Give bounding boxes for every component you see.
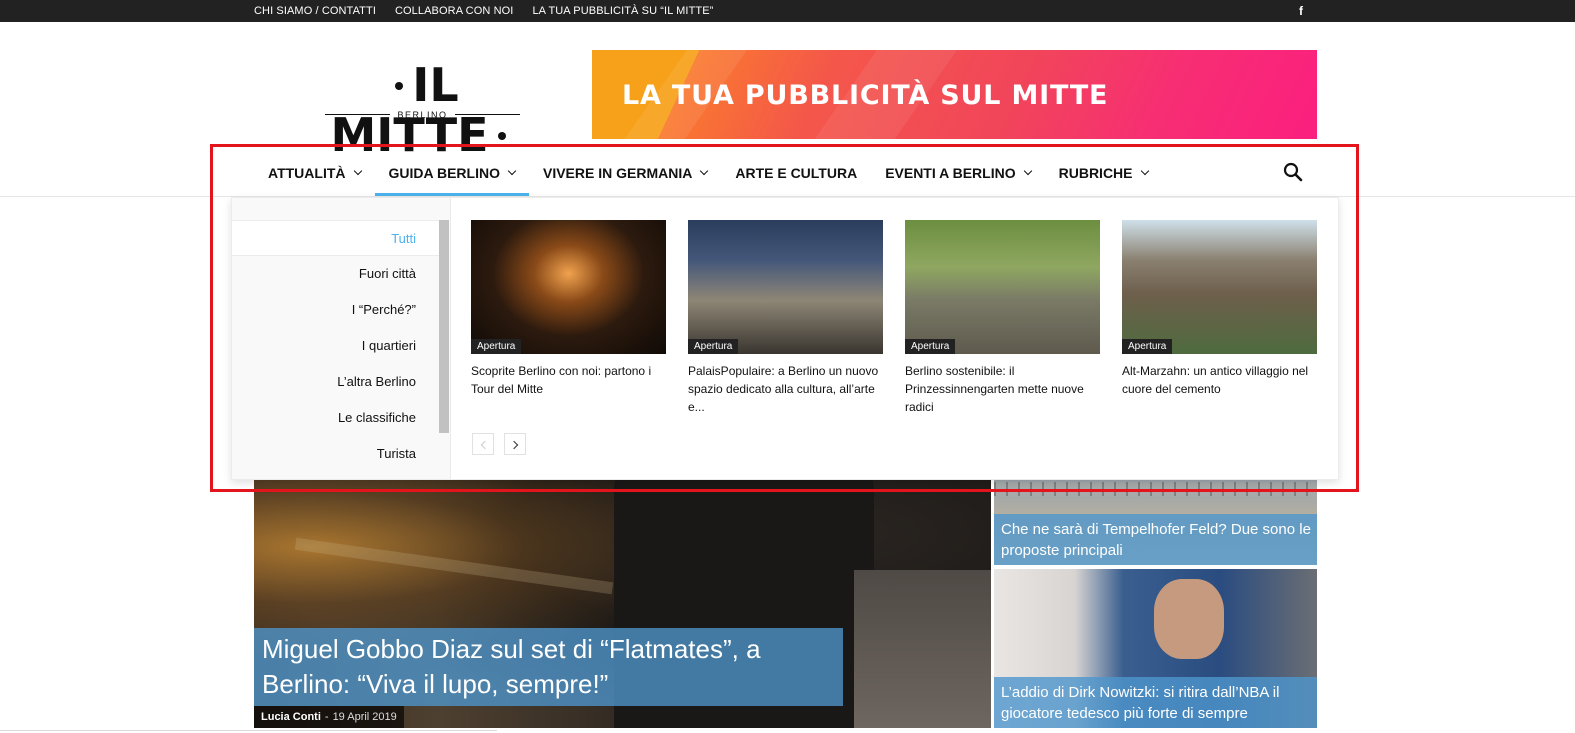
meta-separator: -	[324, 711, 329, 723]
side-caption: Che ne sarà di Tempelhofer Feld? Due son…	[994, 514, 1317, 565]
logo-dot-left	[395, 81, 404, 90]
ad-banner[interactable]: LA TUA PUBBLICITÀ SUL MITTE	[592, 50, 1317, 139]
banner-text: LA TUA PUBBLICITÀ SUL MITTE	[622, 80, 1109, 111]
featured-title[interactable]: Miguel Gobbo Diaz sul set di “Flatmates”…	[262, 632, 837, 702]
facebook-icon[interactable]: f	[1295, 0, 1307, 22]
featured-meta: Lucia Conti - 19 April 2019	[254, 706, 404, 728]
author-name[interactable]: Lucia Conti	[261, 711, 321, 723]
link-pubblicita[interactable]: LA TUA PUBBLICITÀ SU “IL MITTE”	[532, 5, 713, 17]
top-bar: CHI SIAMO / CONTATTI COLLABORA CON NOI L…	[0, 0, 1575, 22]
logo-subtitle-text: BERLINO	[397, 110, 448, 120]
top-links: CHI SIAMO / CONTATTI COLLABORA CON NOI L…	[254, 0, 713, 22]
link-collabora[interactable]: COLLABORA CON NOI	[395, 5, 513, 17]
side-caption: L’addio di Dirk Nowitzki: si ritira dall…	[994, 677, 1317, 728]
publish-date: 19 April 2019	[332, 711, 397, 723]
highlight-box	[210, 144, 1359, 492]
featured-article-side[interactable]: L’addio di Dirk Nowitzki: si ritira dall…	[994, 569, 1317, 728]
logo-rule-right	[455, 114, 520, 115]
link-chi-siamo[interactable]: CHI SIAMO / CONTATTI	[254, 5, 376, 17]
hero-image-ground	[854, 570, 991, 728]
side-image-detail	[1154, 579, 1224, 659]
side-title[interactable]: L’addio di Dirk Nowitzki: si ritira dall…	[1001, 682, 1311, 724]
site-logo[interactable]: IL MITTE BERLINO	[300, 60, 545, 160]
logo-subtitle: BERLINO	[300, 108, 545, 122]
featured-title-box: Miguel Gobbo Diaz sul set di “Flatmates”…	[254, 628, 843, 706]
hero-image-detail	[294, 537, 614, 595]
logo-dot-right	[497, 131, 506, 140]
side-title[interactable]: Che ne sarà di Tempelhofer Feld? Due son…	[1001, 519, 1311, 561]
bottom-divider	[0, 730, 497, 731]
